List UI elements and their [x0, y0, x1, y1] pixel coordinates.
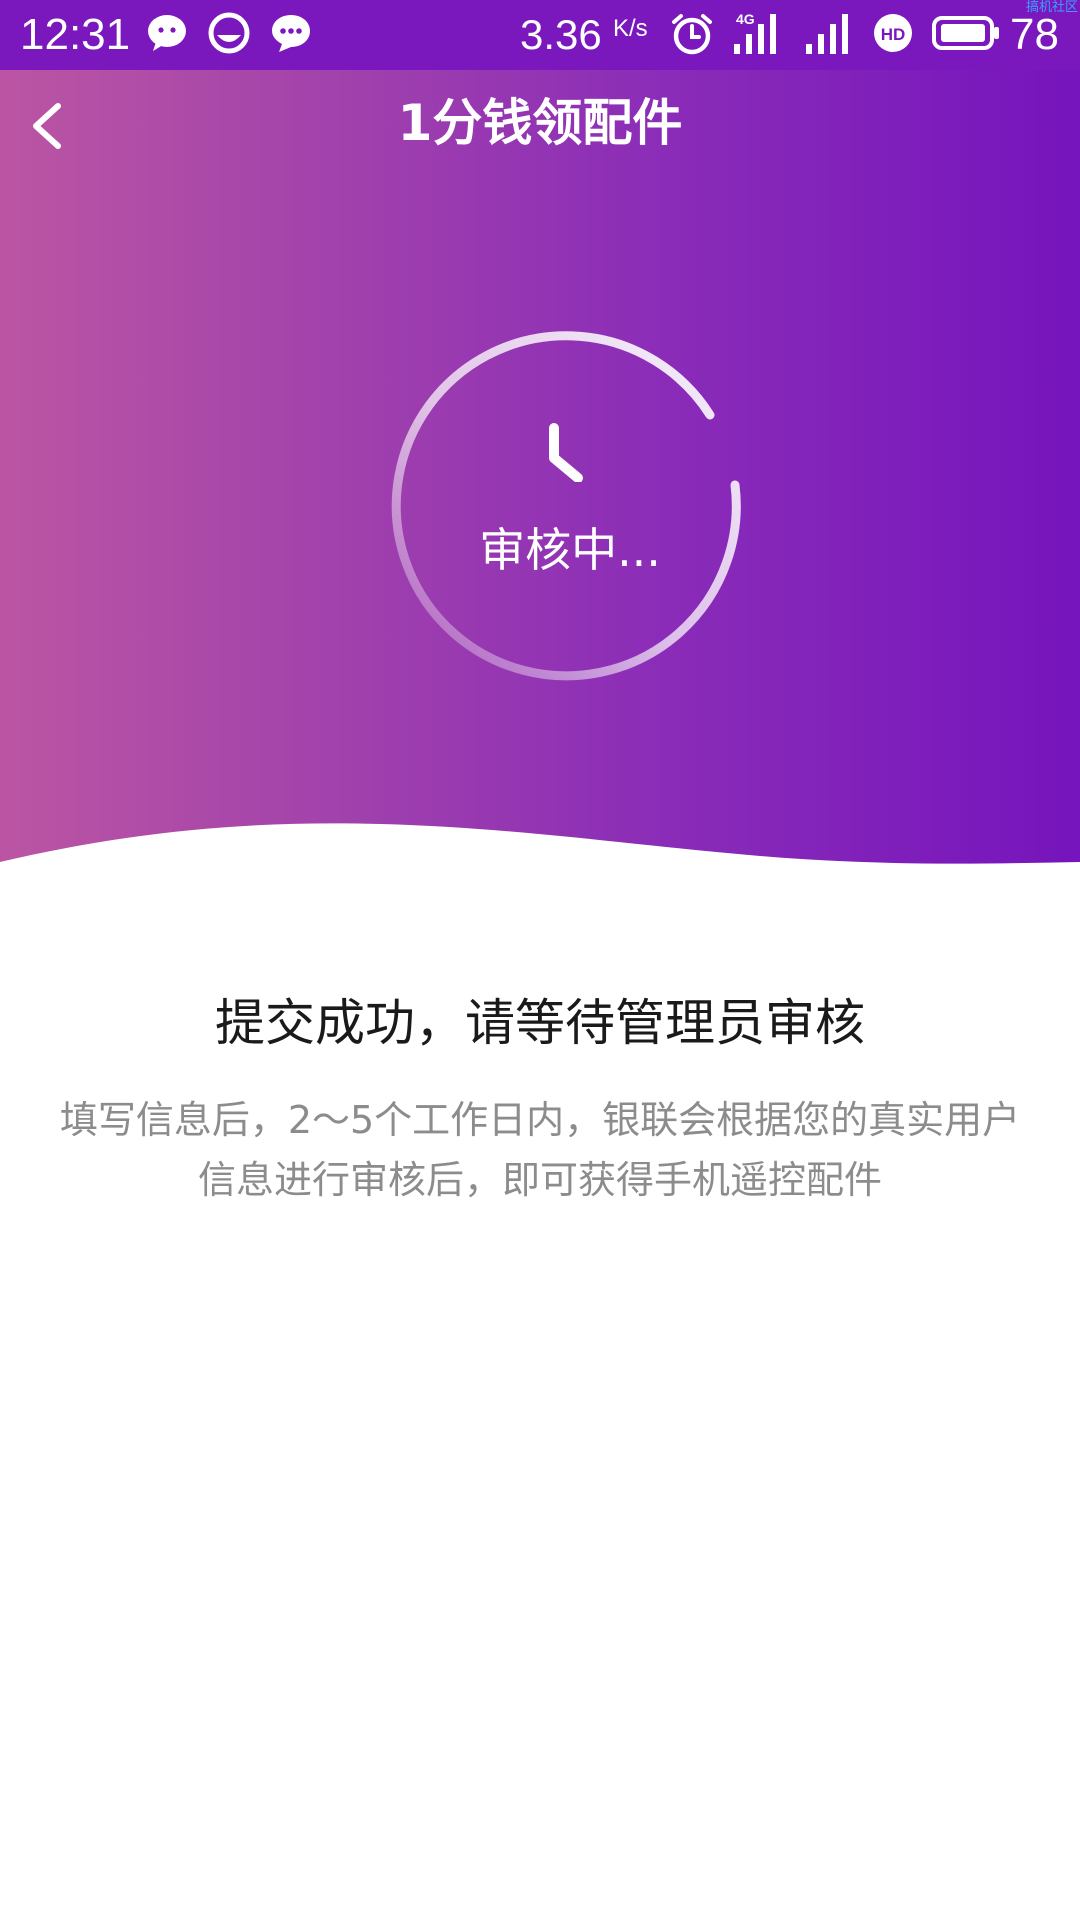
review-description: 填写信息后，2～5个工作日内，银联会根据您的真实用户 信息进行审核后，即可获得手…: [20, 1090, 1060, 1210]
review-progress-ring: [391, 331, 741, 681]
review-status-label: 审核中...: [479, 523, 661, 577]
watermark: 搞机社区: [1025, 0, 1078, 15]
signal-icon: [804, 12, 852, 56]
submit-success-title: 提交成功，请等待管理员审核: [215, 994, 865, 1052]
back-arrow-icon: [33, 103, 61, 149]
review-description-line-2: 信息进行审核后，即可获得手机遥控配件: [197, 1158, 882, 1202]
status-app-icons: [146, 12, 312, 56]
status-time: 12:31: [20, 10, 131, 59]
review-description-line-1: 填写信息后，2～5个工作日内，银联会根据您的真实用户: [59, 1098, 1021, 1142]
signal-4g-icon: 4G: [732, 10, 784, 56]
svg-text:4G: 4G: [736, 11, 755, 27]
review-pending-page: 12:31 3.36 K/s 4G HD 78 搞机社区 1分钱领配件 审核中.…: [0, 0, 1080, 1920]
qq-browser-icon: [208, 12, 250, 54]
status-bar: 12:31 3.36 K/s 4G HD 78 搞机社区: [0, 0, 1080, 70]
battery-icon: [932, 14, 1000, 52]
hd-icon: HD: [872, 12, 914, 54]
network-speed-unit: K/s: [613, 15, 648, 42]
battery-level: 78: [1010, 10, 1059, 59]
back-button[interactable]: [20, 94, 80, 158]
network-speed: 3.36: [520, 11, 602, 58]
clock-icon: [549, 423, 583, 482]
svg-text:HD: HD: [881, 25, 906, 44]
alarm-icon: [670, 12, 714, 56]
wechat-icon: [146, 12, 188, 54]
message-icon: [270, 12, 312, 54]
page-title: 1分钱领配件: [397, 94, 683, 152]
hero-wave: [0, 823, 1080, 920]
